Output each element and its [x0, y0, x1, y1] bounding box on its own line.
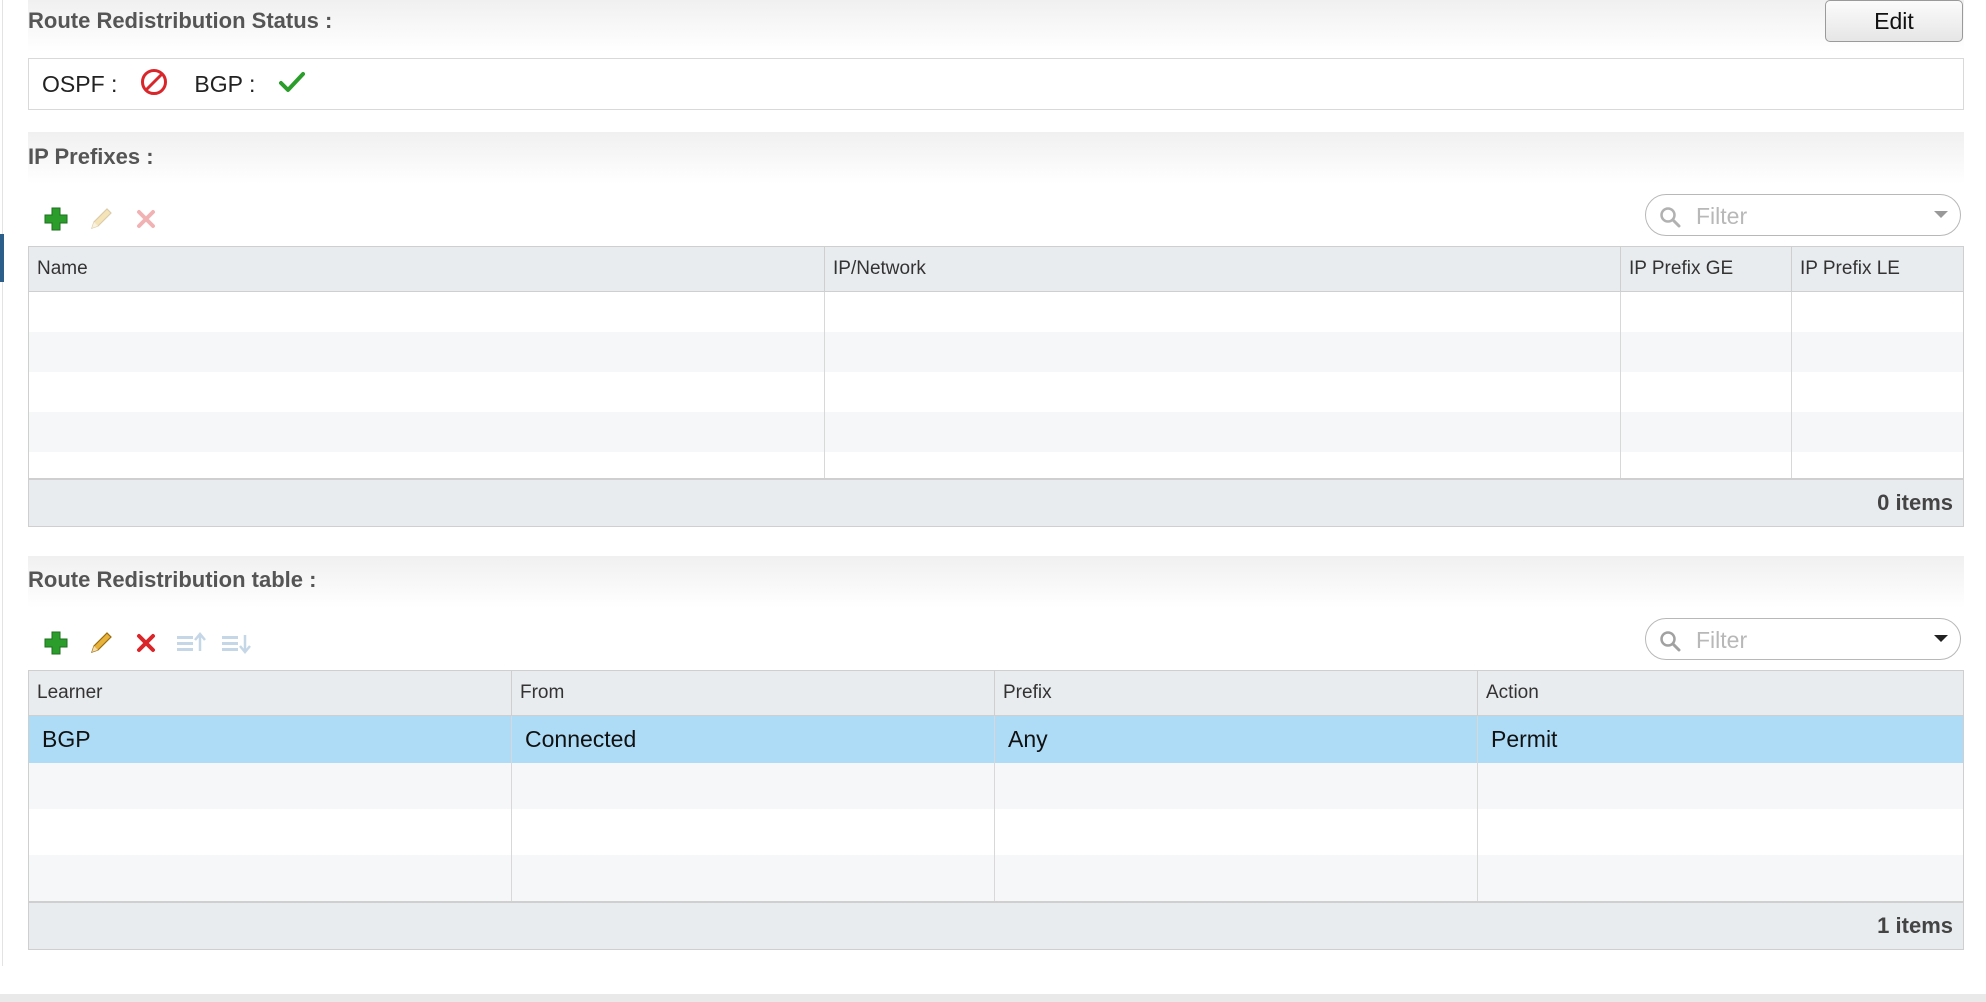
ip-prefixes-filter-input[interactable]	[1694, 201, 1918, 231]
ip-prefixes-toolbar	[40, 203, 175, 235]
edit-button[interactable]: Edit	[1825, 0, 1963, 42]
cell-prefix: Any	[995, 716, 1478, 763]
column-header-ip-network[interactable]: IP/Network	[825, 247, 1621, 291]
redistribution-grid: Learner From Prefix Action BGP Connected…	[28, 670, 1964, 950]
ip-prefixes-grid: Name IP/Network IP Prefix GE IP Prefix L…	[28, 246, 1964, 527]
column-header-prefix[interactable]: Prefix	[995, 671, 1478, 715]
delete-icon	[137, 634, 155, 652]
plus-icon	[44, 207, 68, 231]
table-row	[29, 292, 1963, 332]
add-prefix-button[interactable]	[40, 203, 72, 235]
status-section-title: Route Redistribution Status :	[28, 8, 333, 33]
chevron-down-icon[interactable]	[1934, 635, 1948, 642]
ip-prefixes-item-count: 0 items	[29, 478, 1963, 526]
column-header-ip-prefix-le[interactable]: IP Prefix LE	[1792, 247, 1963, 291]
delete-prefix-button[interactable]	[130, 203, 162, 235]
check-icon	[279, 70, 306, 99]
table-row[interactable]: BGP Connected Any Permit	[29, 716, 1963, 763]
move-up-button[interactable]	[175, 627, 207, 659]
ospf-label: OSPF :	[42, 70, 118, 97]
column-header-action[interactable]: Action	[1478, 671, 1963, 715]
edit-rule-button[interactable]	[85, 627, 117, 659]
chevron-down-icon[interactable]	[1934, 211, 1948, 218]
table-row	[29, 763, 1963, 809]
bottom-bar	[0, 994, 1986, 1002]
edit-prefix-button[interactable]	[85, 203, 117, 235]
ip-prefixes-section-header: IP Prefixes :	[28, 132, 1964, 184]
status-box: OSPF : BGP :	[28, 58, 1964, 110]
redistribution-toolbar	[40, 627, 265, 659]
table-row	[29, 372, 1963, 412]
search-icon	[1660, 207, 1681, 228]
column-header-name[interactable]: Name	[29, 247, 825, 291]
disabled-icon	[139, 67, 169, 102]
redistribution-section-header: Route Redistribution table :	[28, 556, 1964, 608]
table-row	[29, 412, 1963, 452]
table-row	[29, 332, 1963, 372]
redistribution-grid-header: Learner From Prefix Action	[29, 671, 1963, 716]
redistribution-title: Route Redistribution table :	[28, 567, 317, 592]
delete-icon	[137, 210, 155, 228]
table-row	[29, 855, 1963, 901]
add-rule-button[interactable]	[40, 627, 72, 659]
redistribution-filter-input[interactable]	[1694, 625, 1918, 655]
move-up-icon	[177, 632, 206, 651]
cell-action: Permit	[1491, 726, 1558, 752]
ip-prefixes-grid-header: Name IP/Network IP Prefix GE IP Prefix L…	[29, 247, 1963, 292]
delete-rule-button[interactable]	[130, 627, 162, 659]
table-row	[29, 809, 1963, 855]
plus-icon	[44, 631, 68, 655]
move-down-icon	[222, 635, 251, 654]
redistribution-filter[interactable]	[1645, 618, 1961, 660]
move-down-button[interactable]	[220, 627, 252, 659]
left-rule	[2, 0, 3, 966]
search-icon	[1660, 631, 1681, 652]
ip-prefixes-filter[interactable]	[1645, 194, 1961, 236]
column-header-from[interactable]: From	[512, 671, 995, 715]
ip-prefixes-title: IP Prefixes :	[28, 144, 154, 169]
selection-marker	[0, 234, 4, 282]
column-header-learner[interactable]: Learner	[29, 671, 512, 715]
table-row	[29, 452, 1963, 478]
pencil-icon	[91, 632, 112, 653]
pencil-icon	[91, 208, 112, 229]
cell-learner: BGP	[29, 716, 512, 763]
column-header-ip-prefix-ge[interactable]: IP Prefix GE	[1621, 247, 1792, 291]
redistribution-item-count: 1 items	[29, 901, 1963, 949]
bgp-label: BGP :	[194, 70, 256, 97]
status-section-header: Route Redistribution Status :	[28, 0, 1964, 52]
cell-from: Connected	[512, 716, 995, 763]
